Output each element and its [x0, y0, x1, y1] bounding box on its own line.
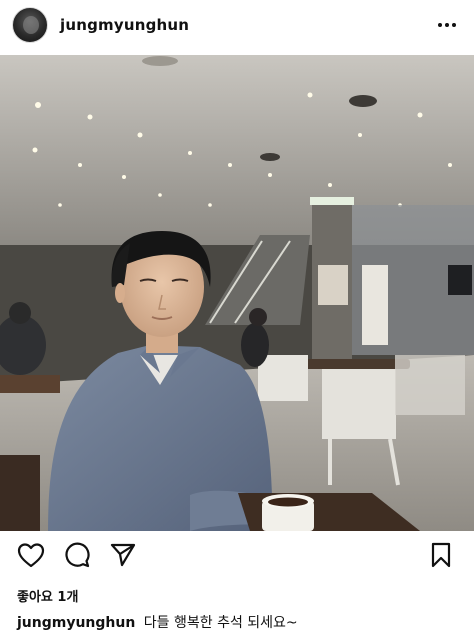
post-header: jungmyunghun: [0, 0, 474, 54]
avatar[interactable]: [12, 7, 48, 43]
post-photo[interactable]: [0, 55, 474, 531]
comment-icon[interactable]: [62, 540, 92, 570]
like-count[interactable]: 좋아요 1개: [17, 586, 78, 605]
send-icon[interactable]: [108, 540, 138, 570]
more-options-icon[interactable]: [436, 14, 458, 36]
caption-username[interactable]: jungmyunghun: [17, 615, 135, 631]
post-actions: [0, 540, 474, 576]
heart-icon[interactable]: [16, 540, 46, 570]
caption-text: 다들 행복한 추석 되세요~: [143, 615, 298, 631]
bookmark-icon[interactable]: [426, 540, 456, 570]
post-username[interactable]: jungmyunghun: [60, 16, 189, 34]
post-caption: jungmyunghun 다들 행복한 추석 되세요~: [17, 612, 298, 632]
